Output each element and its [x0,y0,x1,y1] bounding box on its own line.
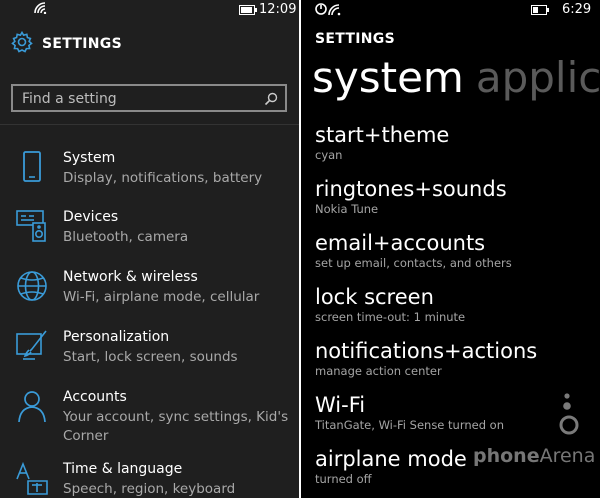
item-title: Network & wireless [63,269,198,285]
gear-icon [10,30,34,58]
item-title: ringtones+sounds [315,177,507,201]
item-title: airplane mode [315,447,467,471]
wp81-settings-panel: 6:29 SETTINGS systemapplica start+theme … [301,0,600,498]
setting-start-theme[interactable]: start+theme cyan [315,122,449,162]
status-time: 6:29 [562,2,592,17]
item-subtitle: Bluetooth, camera [63,229,189,245]
item-subtitle: screen time-out: 1 minute [315,310,466,324]
status-bar: 6:29 [301,0,600,22]
item-title: Personalization [63,329,170,345]
setting-lock-screen[interactable]: lock screen screen time-out: 1 minute [315,284,465,324]
setting-ringtones-sounds[interactable]: ringtones+sounds Nokia Tune [315,176,507,216]
item-subtitle: set up email, contacts, and others [315,256,512,270]
setting-notifications-actions[interactable]: notifications+actions manage action cent… [315,338,537,378]
settings-header: SETTINGS [10,30,122,58]
page-title: SETTINGS [315,31,395,47]
item-subtitle: Wi-Fi, airplane mode, cellular [63,289,260,305]
windows10-settings-panel: 12:09 SETTINGS Find a setting System Dis… [0,0,299,498]
pivot-header: systemapplica [312,54,600,102]
item-title: start+theme [315,123,450,147]
status-bar: 12:09 [0,0,299,22]
setting-airplane-mode[interactable]: airplane mode turned off [315,446,467,486]
item-subtitle: Your account, sync settings, Kid's Corne… [63,409,289,444]
page-title: SETTINGS [42,36,122,52]
item-title: Wi-Fi [315,393,366,417]
battery-icon [531,5,549,15]
item-subtitle: turned off [315,472,372,486]
item-subtitle: Nokia Tune [315,202,379,216]
globe-icon [14,269,50,305]
pivot-tab-applications[interactable]: applica [476,53,600,102]
search-placeholder: Find a setting [22,91,117,107]
item-subtitle: TitanGate, Wi-Fi Sense turned on [315,418,505,432]
setting-wifi[interactable]: Wi-Fi TitanGate, Wi-Fi Sense turned on [315,392,504,432]
item-subtitle: Speech, region, keyboard [63,481,236,497]
person-icon [14,389,50,425]
language-icon [14,461,50,497]
watermark-part2: Arena [539,445,596,467]
item-title: notifications+actions [315,339,538,363]
setting-email-accounts[interactable]: email+accounts set up email, contacts, a… [315,230,512,270]
wifi-signal-icon [34,2,48,18]
signal-icon [315,2,343,20]
item-title: Devices [63,209,119,225]
phone-icon [14,150,50,186]
item-title: lock screen [315,285,434,309]
item-title: Accounts [63,389,127,405]
item-subtitle: cyan [315,148,343,162]
watermark-logo-icon [559,393,579,435]
item-title: email+accounts [315,231,486,255]
search-input[interactable]: Find a setting [11,84,287,112]
devices-icon [14,209,50,245]
watermark-part1: phone [473,445,540,467]
item-subtitle: Display, notifications, battery [63,170,263,186]
status-time: 12:09 [259,2,297,17]
watermark: phoneArena [473,445,595,467]
paint-icon [14,329,50,365]
item-title: System [63,150,116,166]
item-title: Time & language [63,461,183,477]
divider [0,124,299,125]
search-icon[interactable] [264,91,278,110]
pivot-tab-system[interactable]: system [312,53,464,102]
battery-icon [239,5,257,15]
item-subtitle: manage action center [315,364,442,378]
item-subtitle: Start, lock screen, sounds [63,349,238,365]
